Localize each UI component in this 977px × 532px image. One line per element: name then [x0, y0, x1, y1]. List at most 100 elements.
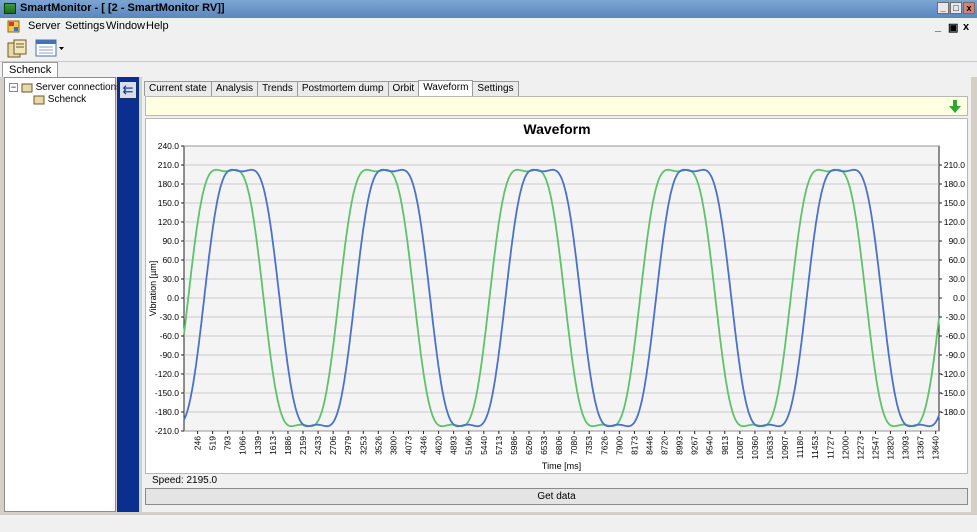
- y-axis-label: Vibration [µm]: [148, 261, 158, 317]
- menu-server[interactable]: Server: [28, 20, 60, 32]
- y2-tick-label: -90.0: [946, 350, 966, 360]
- y2-tick-label: -60.0: [946, 331, 966, 341]
- y2-tick-label: 90.0: [948, 236, 965, 246]
- x-tick-label: 8993: [675, 436, 685, 455]
- x-tick-label: 2706: [328, 436, 338, 455]
- mdi-close-button[interactable]: x: [963, 21, 969, 33]
- y-tick-label: 90.0: [162, 236, 179, 246]
- x-tick-label: 4620: [434, 436, 444, 455]
- x-tick-label: 3800: [388, 436, 398, 455]
- y-tick-label: 150.0: [158, 198, 180, 208]
- y2-tick-label: -120.0: [941, 369, 965, 379]
- server-icon[interactable]: [5, 37, 29, 59]
- y2-tick-label: 30.0: [948, 274, 965, 284]
- tree-node-schenck[interactable]: Schenck: [33, 94, 86, 105]
- x-tick-label: 2979: [343, 436, 353, 455]
- server-icon: [33, 95, 45, 105]
- mdi-child-icon[interactable]: [7, 20, 20, 33]
- y2-axis-ticks: 210.0 180.0 150.0 120.0 90.0 60.0 30.0 0.0 -30.0…: [939, 160, 965, 417]
- x-tick-label: 13640: [931, 436, 941, 460]
- y-axis-ticks: 240.0 210.0 180.0 150.0 120.0 90.0 60.0 30.0 0.0…: [155, 141, 184, 436]
- tab-current-state[interactable]: Current state: [144, 81, 212, 96]
- x-tick-label: 10633: [765, 436, 775, 460]
- x-tick-label: 793: [223, 436, 233, 450]
- x-tick-label: 4893: [449, 436, 459, 455]
- download-arrow-icon[interactable]: [949, 100, 961, 113]
- chart-title: Waveform: [523, 121, 590, 137]
- window-title: SmartMonitor - [ [2 - SmartMonitor RV]]: [20, 2, 225, 14]
- y-tick-label: -120.0: [155, 369, 179, 379]
- close-button[interactable]: x: [963, 2, 975, 14]
- panel-splitter[interactable]: ⇇: [117, 77, 139, 512]
- x-axis-ticks: 246 519 793 1066 1339 1613 1886 2159 2433 2706 297…: [193, 431, 941, 460]
- menu-window[interactable]: Window: [106, 20, 145, 32]
- menu-settings[interactable]: Settings: [65, 20, 105, 32]
- mdi-minimize-button[interactable]: _: [935, 21, 941, 33]
- tab-strip: Current state Analysis Trends Postmortem…: [144, 80, 519, 97]
- x-tick-label: 2159: [298, 436, 308, 455]
- x-tick-label: 9540: [705, 436, 715, 455]
- x-tick-label: 246: [193, 436, 203, 450]
- y2-tick-label: -30.0: [946, 312, 966, 322]
- x-tick-label: 8173: [629, 436, 639, 455]
- x-tick-label: 11180: [795, 436, 805, 459]
- session-tab-schenck[interactable]: Schenck: [2, 62, 59, 77]
- x-tick-label: 2433: [313, 436, 323, 455]
- waveform-chart-svg: Waveform 240.0 210.0 180.0 150.0 120.0 90.0 60…: [148, 121, 965, 471]
- status-bar: [0, 514, 977, 532]
- x-tick-label: 7080: [569, 436, 579, 455]
- x-tick-label: 11453: [810, 436, 820, 459]
- server-group-icon: [21, 83, 33, 93]
- x-tick-label: 12820: [886, 436, 896, 460]
- menu-help[interactable]: Help: [146, 20, 169, 32]
- x-tick-label: 12273: [855, 436, 865, 460]
- tab-waveform[interactable]: Waveform: [418, 80, 474, 97]
- y2-tick-label: -180.0: [941, 407, 965, 417]
- tab-trends[interactable]: Trends: [257, 81, 298, 96]
- y2-tick-label: 0.0: [953, 293, 965, 303]
- mdi-restore-button[interactable]: ▣: [948, 21, 958, 34]
- y-tick-label: 0.0: [167, 293, 179, 303]
- y-tick-label: -210.0: [155, 426, 179, 436]
- y2-tick-label: 210.0: [944, 160, 966, 170]
- collapse-panel-icon[interactable]: ⇇: [119, 81, 137, 99]
- x-tick-label: 5166: [464, 436, 474, 455]
- x-tick-label: 13367: [916, 436, 926, 460]
- y-tick-label: 210.0: [158, 160, 180, 170]
- layout-icon[interactable]: [34, 37, 66, 59]
- collapse-toggle-icon[interactable]: −: [9, 83, 18, 92]
- x-tick-label: 3253: [358, 436, 368, 455]
- waveform-chart: Waveform 240.0 210.0 180.0 150.0 120.0 90.0 60…: [145, 118, 968, 474]
- x-tick-label: 12000: [840, 436, 850, 460]
- x-tick-label: 1886: [283, 436, 293, 455]
- tree-node-label: Schenck: [47, 94, 87, 106]
- tab-analysis[interactable]: Analysis: [210, 81, 259, 96]
- x-tick-label: 4073: [403, 436, 413, 455]
- info-bar: [145, 96, 968, 116]
- tab-orbit[interactable]: Orbit: [387, 81, 420, 96]
- y-tick-label: 30.0: [162, 274, 179, 284]
- get-data-button[interactable]: Get data: [145, 488, 968, 505]
- session-tab-strip: Schenck: [0, 62, 977, 77]
- x-tick-label: 1066: [238, 436, 248, 455]
- tab-postmortem-dump[interactable]: Postmortem dump: [296, 81, 389, 96]
- tree-node-server-connections[interactable]: − Server connections: [9, 82, 121, 93]
- x-tick-label: 11727: [825, 436, 835, 459]
- x-tick-label: 3526: [373, 436, 383, 455]
- title-bar: SmartMonitor - [ [2 - SmartMonitor RV]] …: [0, 0, 977, 18]
- x-tick-label: 8720: [660, 436, 670, 455]
- y-tick-label: 180.0: [158, 179, 180, 189]
- maximize-button[interactable]: □: [950, 2, 962, 14]
- x-tick-label: 10087: [735, 436, 745, 460]
- x-tick-label: 5440: [479, 436, 489, 455]
- x-axis-label: Time [ms]: [542, 461, 581, 471]
- plot-area: [183, 145, 940, 432]
- toolbar: [0, 35, 977, 62]
- tab-settings[interactable]: Settings: [472, 81, 519, 96]
- x-tick-label: 7353: [584, 436, 594, 455]
- menu-bar: Server Settings Window Help _ ▣ x: [0, 18, 977, 35]
- x-tick-label: 1339: [253, 436, 263, 455]
- x-tick-label: 519: [208, 436, 218, 450]
- y-tick-label: -180.0: [155, 407, 179, 417]
- minimize-button[interactable]: _: [937, 2, 949, 14]
